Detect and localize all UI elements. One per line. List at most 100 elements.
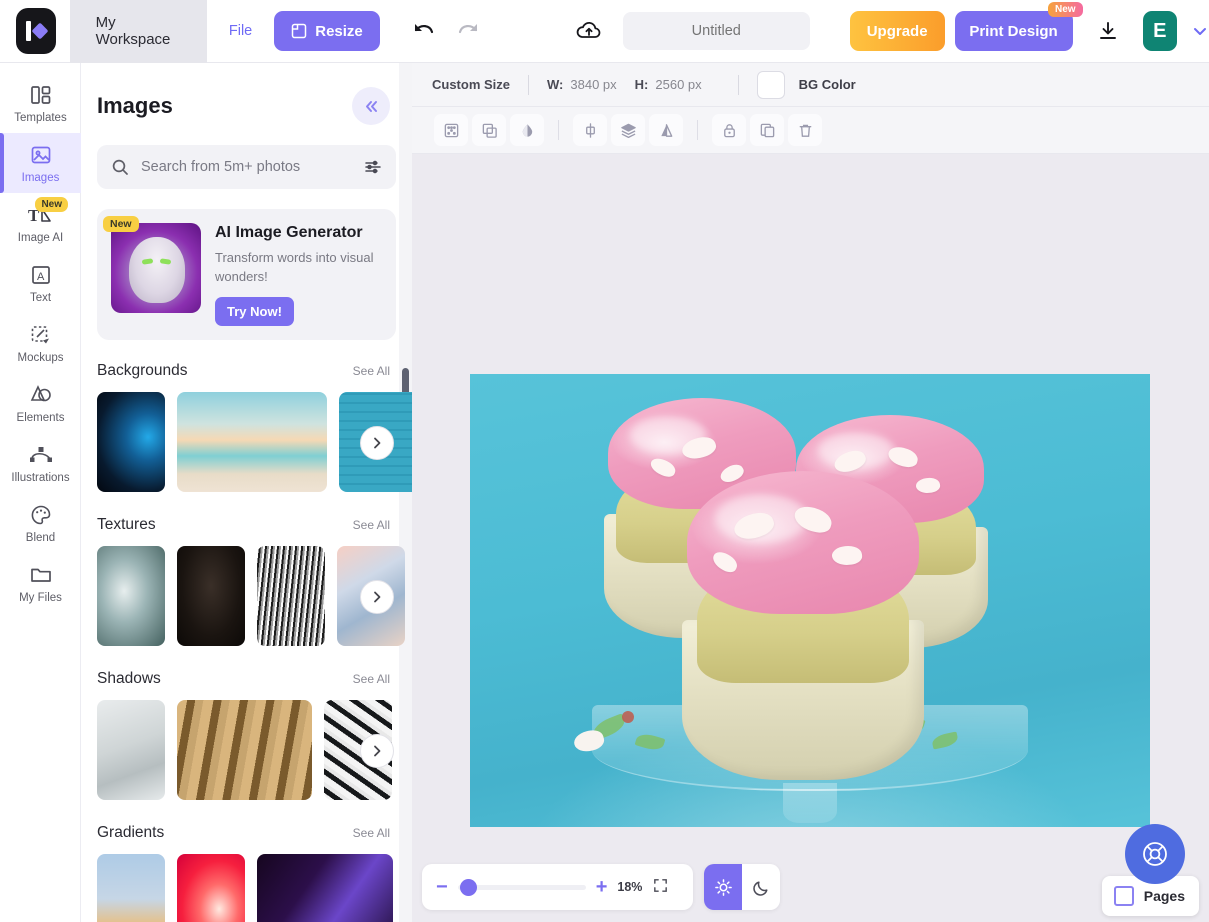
section-title: Backgrounds (97, 362, 187, 380)
thumbnail-item[interactable] (177, 700, 312, 800)
thumbnail-item[interactable] (177, 546, 245, 646)
file-menu[interactable]: File (207, 0, 274, 63)
canvas-stage[interactable]: − + 18% (412, 155, 1209, 922)
duplicate-layer-button[interactable] (472, 114, 506, 146)
thumbnail-item[interactable] (257, 546, 325, 646)
sidebar-item-label: Image AI (18, 232, 63, 244)
canvas-photo-cupcakes[interactable] (470, 374, 1150, 827)
sidebar-item-my-files[interactable]: My Files (0, 553, 81, 613)
search-bar[interactable] (97, 145, 396, 189)
blend-icon (29, 503, 53, 527)
redo-button[interactable] (456, 21, 480, 41)
try-now-button[interactable]: Try Now! (215, 297, 294, 326)
thumbnail-item[interactable] (97, 854, 165, 922)
avatar[interactable]: E (1143, 11, 1177, 51)
custom-size-label[interactable]: Custom Size (432, 77, 510, 92)
design-title-input[interactable] (623, 12, 810, 50)
upgrade-button[interactable]: Upgrade (850, 11, 945, 51)
next-arrow-button[interactable] (360, 734, 394, 768)
logo-icon[interactable] (16, 8, 56, 54)
next-arrow-button[interactable] (360, 426, 394, 460)
sidebar-item-elements[interactable]: Elements (0, 373, 81, 433)
dark-theme-button[interactable] (742, 864, 780, 910)
lock-button[interactable] (712, 114, 746, 146)
filter-sliders-icon[interactable] (364, 158, 382, 176)
artboard[interactable] (470, 374, 1150, 827)
help-button[interactable] (1125, 824, 1185, 884)
section-header: Backgrounds See All (81, 362, 412, 380)
thumbnail-item[interactable] (257, 854, 393, 922)
chevron-right-icon (370, 590, 384, 604)
cupcake-front (682, 494, 924, 780)
duplicate-layer-icon (481, 122, 498, 139)
zoom-slider-knob[interactable] (460, 879, 477, 896)
moon-icon (752, 878, 771, 897)
app-root: My Workspace File Resize (0, 0, 1209, 922)
promo-subtitle: Transform words into visual wonders! (215, 249, 382, 287)
sidebar-item-templates[interactable]: Templates (0, 73, 81, 133)
promo-title: AI Image Generator (215, 224, 382, 242)
chevron-right-icon (370, 744, 384, 758)
resize-button[interactable]: Resize (274, 11, 380, 51)
cloud-upload-button[interactable] (575, 19, 603, 43)
sidebar-item-text[interactable]: A Text (0, 253, 81, 313)
bg-color-swatch[interactable] (757, 71, 785, 99)
opacity-button[interactable] (510, 114, 544, 146)
thumbnail-item[interactable] (177, 392, 327, 492)
account-menu-button[interactable] (1191, 22, 1209, 40)
see-all-link[interactable]: See All (353, 364, 390, 378)
crop-button[interactable] (434, 114, 468, 146)
fit-to-screen-button[interactable] (652, 877, 669, 897)
collapse-panel-button[interactable] (352, 87, 390, 125)
undo-button[interactable] (412, 21, 436, 41)
promo-text: AI Image Generator Transform words into … (215, 223, 382, 326)
next-arrow-button[interactable] (360, 580, 394, 614)
print-design-wrapper: Print Design New (955, 11, 1073, 51)
align-vertical-button[interactable] (573, 114, 607, 146)
trash-button[interactable] (788, 114, 822, 146)
zoom-out-button[interactable]: − (436, 877, 448, 897)
sun-icon (714, 878, 733, 897)
print-design-button[interactable]: Print Design (955, 11, 1073, 51)
thumbnail-item[interactable] (97, 546, 165, 646)
copy-button[interactable] (750, 114, 784, 146)
zoom-in-button[interactable]: + (596, 877, 608, 897)
see-all-link[interactable]: See All (353, 672, 390, 686)
width-value[interactable]: 3840 px (570, 77, 616, 92)
promo-creature (129, 237, 185, 303)
sidebar-item-illustrations[interactable]: Illustrations (0, 433, 81, 493)
zoom-slider[interactable] (458, 885, 586, 890)
sidebar-item-blend[interactable]: Blend (0, 493, 81, 553)
illustrations-icon (28, 443, 54, 467)
see-all-link[interactable]: See All (353, 826, 390, 840)
zoom-controls: − + 18% (422, 864, 693, 910)
workspace-tab[interactable]: My Workspace (70, 0, 207, 63)
thumbnail-row (81, 700, 412, 802)
undo-icon (412, 21, 436, 41)
thumbnail-item[interactable] (97, 392, 165, 492)
page-thumbnail-icon (1114, 886, 1134, 906)
ai-image-generator-promo[interactable]: New AI Image Generator Transform words i… (97, 209, 396, 340)
layers-button[interactable] (611, 114, 645, 146)
resize-icon (291, 23, 307, 39)
height-key: H: (635, 77, 649, 92)
templates-icon (29, 83, 53, 107)
redo-icon (456, 21, 480, 41)
light-theme-button[interactable] (704, 864, 742, 910)
sidebar-item-image-ai[interactable]: New T Image AI (0, 193, 81, 253)
thumbnail-item[interactable] (177, 854, 245, 922)
thumbnail-item[interactable] (97, 700, 165, 800)
divider (528, 75, 529, 95)
search-input[interactable] (141, 159, 352, 175)
sidebar-item-mockups[interactable]: Mockups (0, 313, 81, 373)
height-value[interactable]: 2560 px (655, 77, 701, 92)
section-gradients: Gradients See All (81, 824, 412, 922)
divider (558, 120, 559, 140)
see-all-link[interactable]: See All (353, 518, 390, 532)
section-title: Shadows (97, 670, 161, 688)
download-button[interactable] (1097, 20, 1119, 42)
flip-button[interactable] (649, 114, 683, 146)
crop-icon (443, 122, 460, 139)
svg-text:A: A (37, 271, 45, 283)
sidebar-item-images[interactable]: Images (0, 133, 81, 193)
